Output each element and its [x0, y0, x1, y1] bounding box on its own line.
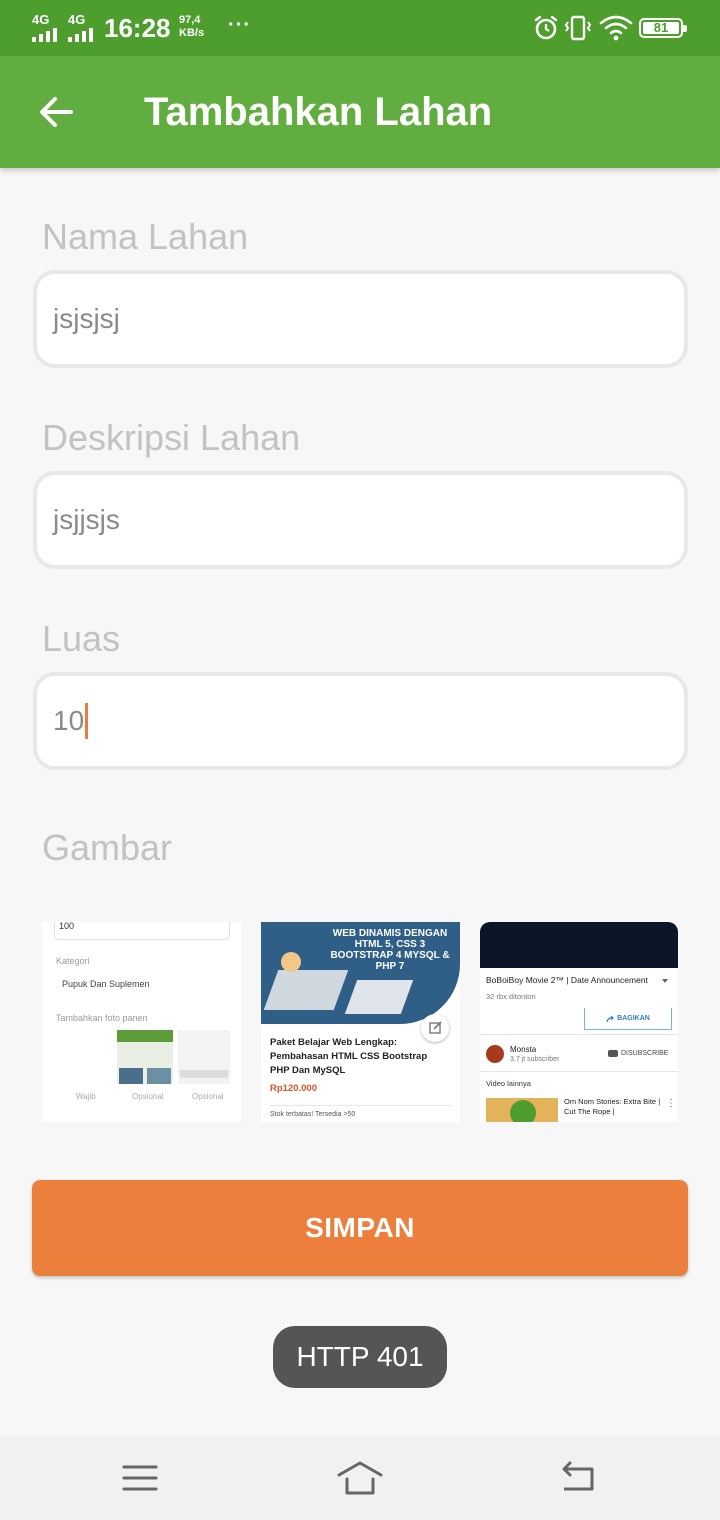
text-cursor — [85, 703, 89, 739]
app-bar: Tambahkan Lahan — [0, 56, 720, 168]
back-button[interactable] — [28, 84, 84, 140]
description-label: Deskripsi Lahan — [42, 417, 301, 458]
area-field[interactable]: 10 — [33, 672, 688, 770]
thumb-text: Rp120.000 — [270, 1083, 318, 1094]
menu-button[interactable] — [110, 1456, 170, 1500]
speed-value: 97,4 — [179, 14, 201, 26]
thumb-input: 100 — [54, 922, 230, 940]
alarm-icon — [534, 15, 558, 40]
description-field-value: jsjjsjs — [53, 504, 120, 535]
thumb-photo — [117, 1030, 173, 1084]
wifi-icon — [599, 15, 633, 41]
thumb-text: Tambahkan foto panen — [56, 1013, 148, 1023]
home-icon — [337, 1461, 383, 1495]
thumb-text: Opsional — [132, 1092, 164, 1101]
thumb-text: 3,7 jt subscriber — [510, 1056, 560, 1063]
name-field-value: jsjsjsj — [53, 303, 120, 334]
thumb-banner-text: WEB DINAMIS DENGAN HTML 5, CSS 3 BOOTSTR… — [330, 928, 450, 972]
name-field[interactable]: jsjsjsj — [33, 270, 688, 368]
system-navigation-bar — [0, 1436, 720, 1520]
area-label: Luas — [42, 618, 121, 659]
youtube-icon — [608, 1050, 618, 1057]
image-thumbnail-3[interactable]: BoBoiBoy Movie 2™ | Date Announcement 32… — [480, 922, 678, 1122]
menu-icon — [122, 1465, 158, 1491]
toast-message: HTTP 401 — [273, 1326, 447, 1388]
thumb-text: DISUBSCRIBE — [621, 1050, 669, 1057]
area-field-value: 10 — [53, 705, 85, 736]
clock: 16:28 — [104, 13, 171, 43]
thumb-video-thumb — [486, 1098, 558, 1122]
network-type-label: 4G — [68, 12, 86, 27]
thumb-text: BoBoiBoy Movie 2™ | Date Announcement — [486, 975, 648, 985]
share-icon — [606, 1015, 615, 1022]
thumb-video — [480, 922, 678, 968]
status-bar: 4G 4G 16:28 97,4 KB/s ··· 81 — [0, 0, 720, 56]
thumb-text: Video lainnya — [486, 1079, 531, 1088]
channel-avatar — [486, 1045, 504, 1063]
description-field[interactable]: jsjjsjs — [33, 471, 688, 569]
thumb-text: Paket Belajar Web Lengkap: Pembahasan HT… — [270, 1037, 428, 1076]
vibrate-icon — [564, 15, 592, 41]
thumb-text: Om Nom Stories: Extra Bite | Cut The Rop… — [564, 1097, 661, 1116]
network-speed: 97,4 KB/s — [179, 14, 204, 40]
arrow-left-icon — [40, 97, 73, 127]
network-type-label: 4G — [32, 12, 50, 27]
home-button[interactable] — [330, 1456, 390, 1500]
back-nav-button[interactable] — [548, 1456, 608, 1500]
speed-unit: KB/s — [179, 27, 205, 39]
image-label: Gambar — [42, 827, 173, 868]
thumb-input-value: 100 — [59, 922, 75, 931]
battery-icon: 81 — [639, 18, 687, 38]
thumb-text: Kategori — [56, 956, 90, 966]
chevron-down-icon — [662, 979, 668, 983]
thumb-banner: WEB DINAMIS DENGAN HTML 5, CSS 3 BOOTSTR… — [261, 922, 460, 1024]
thumb-text: Wajib — [76, 1092, 96, 1101]
image-thumbnail-1[interactable]: 100 Kategori Pupuk Dan Suplemen Tambahka… — [42, 922, 241, 1122]
thumb-text: 32 rbx ditonton — [486, 992, 536, 1001]
thumb-text: Opsional — [192, 1092, 224, 1101]
thumb-text: BAGIKAN — [617, 1015, 650, 1022]
save-button[interactable]: SIMPAN — [32, 1180, 688, 1276]
name-label: Nama Lahan — [42, 216, 249, 257]
image-thumbnail-2[interactable]: WEB DINAMIS DENGAN HTML 5, CSS 3 BOOTSTR… — [261, 922, 460, 1122]
thumb-share-button: BAGIKAN — [584, 1008, 672, 1030]
more-vert-icon: ⋮ — [666, 1098, 676, 1109]
thumb-text: Monsta — [510, 1045, 537, 1054]
return-icon — [562, 1461, 594, 1491]
battery-level: 81 — [643, 21, 679, 34]
thumb-text: Pupuk Dan Suplemen — [62, 979, 150, 989]
thumb-text: Stok terbatas! Tersedia >50 — [270, 1111, 356, 1118]
page-title: Tambahkan Lahan — [144, 90, 493, 134]
more-notifications-icon: ··· — [228, 14, 251, 36]
thumb-photo — [178, 1030, 230, 1084]
